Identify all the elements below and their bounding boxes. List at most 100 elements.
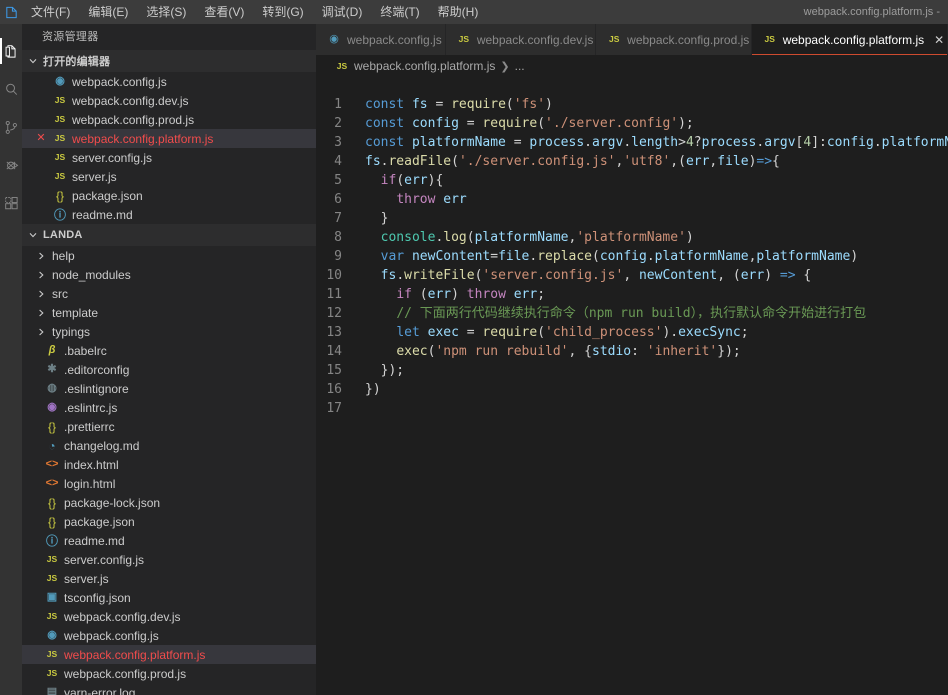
line-content[interactable]: fs.writeFile('server.config.js', newCont…: [362, 266, 948, 285]
line-content[interactable]: const fs = require('fs'): [362, 95, 948, 114]
tree-file-selected[interactable]: JS webpack.config.platform.js: [22, 645, 316, 664]
section-project-landa[interactable]: LANDA: [22, 224, 316, 246]
line-content[interactable]: // 下面两行代码继续执行命令（npm run build），执行默认命令开始进…: [362, 304, 948, 323]
line-content[interactable]: }): [362, 380, 948, 399]
file-label: server.js: [64, 572, 109, 586]
activity-source-control-icon[interactable]: [0, 108, 22, 146]
code-line: 3 const platformName = process.argv.leng…: [316, 133, 948, 152]
webpack-file-icon: ◉: [327, 33, 341, 47]
tree-file[interactable]: ✱ .editorconfig: [22, 360, 316, 379]
menu-selection[interactable]: 选择(S): [137, 0, 195, 24]
line-number: 3: [316, 133, 362, 152]
line-content[interactable]: let exec = require('child_process').exec…: [362, 323, 948, 342]
tree-file[interactable]: ◍ .eslintignore: [22, 379, 316, 398]
open-editor-item[interactable]: ⓘ readme.md: [22, 205, 316, 224]
tree-file[interactable]: ◉ .eslintrc.js: [22, 398, 316, 417]
activity-search-icon[interactable]: [0, 70, 22, 108]
tree-file[interactable]: {} package.json: [22, 512, 316, 531]
breadcrumb-more[interactable]: ...: [515, 59, 525, 73]
menu-bar[interactable]: 文件(F) 编辑(E) 选择(S) 查看(V) 转到(G) 调试(D) 终端(T…: [22, 0, 487, 24]
line-content[interactable]: throw err: [362, 190, 948, 209]
line-content[interactable]: });: [362, 361, 948, 380]
section-open-editors[interactable]: 打开的编辑器: [22, 50, 316, 72]
tab-webpack-config-prod-js[interactable]: JS webpack.config.prod.js: [596, 24, 752, 55]
tree-file[interactable]: {} package-lock.json: [22, 493, 316, 512]
tree-file[interactable]: β .babelrc: [22, 341, 316, 360]
menu-terminal[interactable]: 终端(T): [371, 0, 428, 24]
js-file-icon: JS: [44, 571, 60, 587]
tree-folder[interactable]: template: [22, 303, 316, 322]
menu-file[interactable]: 文件(F): [22, 0, 79, 24]
close-icon[interactable]: ✕: [34, 133, 48, 144]
chevron-right-icon: [34, 251, 48, 261]
breadcrumb[interactable]: JS webpack.config.platform.js ❯ ...: [316, 55, 948, 77]
js-file-icon: JS: [44, 552, 60, 568]
chevron-right-icon: [34, 308, 48, 318]
line-content[interactable]: var newContent=file.replace(config.platf…: [362, 247, 948, 266]
activity-extensions-icon[interactable]: [0, 184, 22, 222]
tree-file[interactable]: ◉ webpack.config.js: [22, 626, 316, 645]
breadcrumb-file[interactable]: webpack.config.platform.js: [354, 59, 495, 73]
menu-debug[interactable]: 调试(D): [313, 0, 372, 24]
activity-run-debug-icon[interactable]: [0, 146, 22, 184]
tree-folder[interactable]: node_modules: [22, 265, 316, 284]
activity-explorer-icon[interactable]: [0, 32, 22, 70]
sidebar-explorer: 资源管理器 打开的编辑器 ◉ webpack.config.js JS webp…: [22, 24, 316, 695]
chevron-right-icon: [34, 327, 48, 337]
line-content[interactable]: }: [362, 209, 948, 228]
file-label: package-lock.json: [64, 496, 160, 510]
tree-file[interactable]: <> login.html: [22, 474, 316, 493]
folder-label: node_modules: [52, 268, 131, 282]
code-line: 8 console.log(platformName,'platformName…: [316, 228, 948, 247]
tree-file[interactable]: ▣ tsconfig.json: [22, 588, 316, 607]
tree-folder[interactable]: src: [22, 284, 316, 303]
tree-file[interactable]: {} .prettierrc: [22, 417, 316, 436]
tab-webpack-config-dev-js[interactable]: JS webpack.config.dev.js: [446, 24, 596, 55]
editor-group: ◉ webpack.config.js JS webpack.config.de…: [316, 24, 948, 695]
tree-file[interactable]: <> index.html: [22, 455, 316, 474]
tab-webpack-config-platform-js[interactable]: JS webpack.config.platform.js ✕: [752, 24, 948, 55]
code-line: 1 const fs = require('fs'): [316, 95, 948, 114]
open-editor-item[interactable]: JS webpack.config.prod.js: [22, 110, 316, 129]
tab-webpack-config-js[interactable]: ◉ webpack.config.js: [316, 24, 446, 55]
menu-view[interactable]: 查看(V): [195, 0, 253, 24]
tree-file[interactable]: ◔ changelog.md: [22, 436, 316, 455]
line-content[interactable]: const config = require('./server.config'…: [362, 114, 948, 133]
line-content[interactable]: const platformName = process.argv.length…: [362, 133, 948, 152]
close-icon[interactable]: ✕: [934, 34, 944, 46]
line-content[interactable]: exec('npm run rebuild', {stdio: 'inherit…: [362, 342, 948, 361]
prettierrc-file-icon: {}: [44, 419, 60, 435]
tree-file[interactable]: JS webpack.config.dev.js: [22, 607, 316, 626]
open-editor-item[interactable]: {} package.json: [22, 186, 316, 205]
menu-help[interactable]: 帮助(H): [429, 0, 488, 24]
code-line: 10 fs.writeFile('server.config.js', newC…: [316, 266, 948, 285]
line-content[interactable]: if(err){: [362, 171, 948, 190]
line-content[interactable]: console.log(platformName,'platformName'): [362, 228, 948, 247]
line-number: 10: [316, 266, 362, 285]
line-content[interactable]: if (err) throw err;: [362, 285, 948, 304]
tree-folder[interactable]: help: [22, 246, 316, 265]
open-editor-item-active[interactable]: ✕ JS webpack.config.platform.js: [22, 129, 316, 148]
tree-file[interactable]: JS webpack.config.prod.js: [22, 664, 316, 683]
menu-go[interactable]: 转到(G): [253, 0, 312, 24]
open-editor-item[interactable]: ◉ webpack.config.js: [22, 72, 316, 91]
line-content[interactable]: fs.readFile('./server.config.js','utf8',…: [362, 152, 948, 171]
open-editor-label: server.config.js: [72, 151, 152, 165]
open-editor-item[interactable]: JS server.js: [22, 167, 316, 186]
line-content[interactable]: [362, 399, 948, 418]
tree-file[interactable]: ⓘ readme.md: [22, 531, 316, 550]
code-editor[interactable]: 1 const fs = require('fs') 2 const confi…: [316, 77, 948, 695]
menu-edit[interactable]: 编辑(E): [79, 0, 137, 24]
file-label: server.config.js: [64, 553, 144, 567]
tree-folder[interactable]: typings: [22, 322, 316, 341]
json-file-icon: {}: [44, 495, 60, 511]
tree-file[interactable]: ▤ yarn-error.log: [22, 683, 316, 695]
open-editor-item[interactable]: JS server.config.js: [22, 148, 316, 167]
file-tree: help node_modules src: [22, 246, 316, 695]
tree-file[interactable]: JS server.js: [22, 569, 316, 588]
file-label: package.json: [64, 515, 135, 529]
tree-file[interactable]: JS server.config.js: [22, 550, 316, 569]
project-name-label: LANDA: [43, 229, 83, 241]
file-label: webpack.config.dev.js: [64, 610, 181, 624]
open-editor-item[interactable]: JS webpack.config.dev.js: [22, 91, 316, 110]
